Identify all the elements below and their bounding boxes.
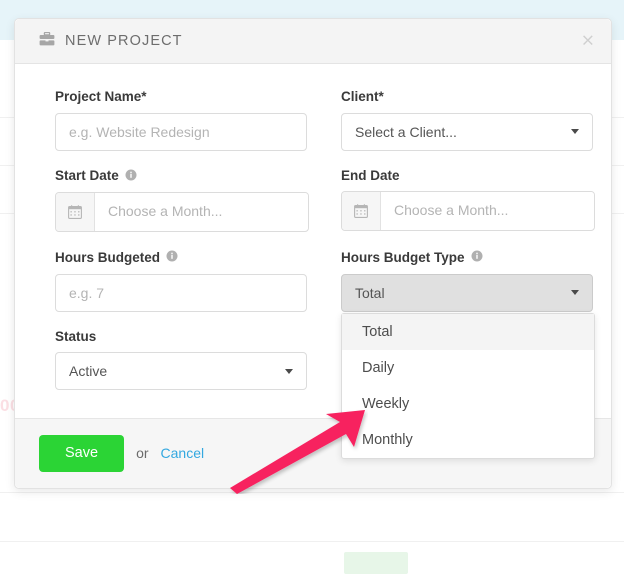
client-select-value: Select a Client... xyxy=(355,123,457,140)
save-button[interactable]: Save xyxy=(39,435,125,472)
close-icon[interactable]: × xyxy=(581,32,595,50)
background-divider xyxy=(0,541,624,542)
client-label-text: Client* xyxy=(341,89,384,104)
modal-title-group: NEW PROJECT xyxy=(39,31,183,50)
dropdown-option-monthly[interactable]: Monthly xyxy=(342,422,594,458)
modal-body: Project Name* Client* Select a Client...… xyxy=(15,64,611,459)
page-title: NEW PROJECT xyxy=(65,33,183,49)
briefcase-icon xyxy=(39,31,55,50)
status-select[interactable]: Active xyxy=(55,352,307,390)
form-row-2: Start Date Choose a Month... End Date Ch… xyxy=(55,168,595,232)
chevron-down-icon xyxy=(285,368,293,374)
hours-budget-type-value: Total xyxy=(355,284,385,301)
form-row-1: Project Name* Client* Select a Client... xyxy=(55,90,593,151)
hours-budget-type-label: Hours Budget Type xyxy=(341,250,593,265)
hours-budgeted-label-text: Hours Budgeted xyxy=(55,249,161,265)
modal-header: NEW PROJECT × xyxy=(15,19,611,64)
new-project-modal: NEW PROJECT × Project Name* Client* Sele… xyxy=(14,18,612,489)
dropdown-option-weekly[interactable]: Weekly xyxy=(342,386,594,422)
field-project-name: Project Name* xyxy=(55,90,307,151)
end-date-input[interactable] xyxy=(381,192,594,228)
field-end-date: End Date xyxy=(341,167,595,233)
status-label: Status xyxy=(55,328,307,344)
end-date-label-text: End Date xyxy=(341,167,400,183)
dropdown-option-daily[interactable]: Daily xyxy=(342,350,594,386)
info-icon[interactable] xyxy=(166,250,178,265)
field-start-date: Start Date xyxy=(55,169,309,232)
info-icon[interactable] xyxy=(471,250,483,265)
background-chip xyxy=(344,552,408,574)
calendar-icon xyxy=(56,193,95,231)
field-client: Client* Select a Client... xyxy=(341,90,593,151)
client-select[interactable]: Select a Client... xyxy=(341,112,593,151)
chevron-down-icon xyxy=(571,290,579,295)
end-date-input-group[interactable] xyxy=(341,191,595,231)
hours-budget-type-dropdown: Total Daily Weekly Monthly xyxy=(341,313,595,459)
info-icon[interactable] xyxy=(125,169,137,184)
status-select-value: Active xyxy=(69,363,108,379)
start-date-input[interactable] xyxy=(95,193,308,229)
calendar-icon xyxy=(342,192,381,230)
chevron-down-icon xyxy=(571,129,579,134)
cancel-link[interactable]: Cancel xyxy=(161,445,205,461)
hours-budgeted-input[interactable] xyxy=(55,273,307,312)
start-date-label: Start Date xyxy=(55,169,307,184)
project-name-label-text: Project Name* xyxy=(55,89,147,104)
project-name-label: Project Name* xyxy=(55,90,307,104)
project-name-input[interactable] xyxy=(55,112,307,151)
hours-budgeted-label: Hours Budgeted xyxy=(55,250,307,265)
start-date-label-text: Start Date xyxy=(55,168,119,183)
field-hours-budget-type: Hours Budget Type Total Total Daily Week… xyxy=(341,250,595,459)
or-label: or xyxy=(136,445,149,462)
field-hours-budgeted: Hours Budgeted xyxy=(55,250,307,312)
form-row-3: Hours Budgeted Hours Budget Type xyxy=(55,250,595,459)
end-date-label: End Date xyxy=(341,167,593,183)
start-date-input-group[interactable] xyxy=(55,192,309,232)
client-label: Client* xyxy=(341,90,593,104)
background-divider xyxy=(0,492,624,493)
dropdown-option-total[interactable]: Total xyxy=(342,314,594,350)
status-label-text: Status xyxy=(55,328,97,344)
hours-budget-type-select[interactable]: Total xyxy=(341,273,593,312)
hours-budget-type-label-text: Hours Budget Type xyxy=(341,249,465,265)
field-status: Status Active xyxy=(55,328,307,390)
